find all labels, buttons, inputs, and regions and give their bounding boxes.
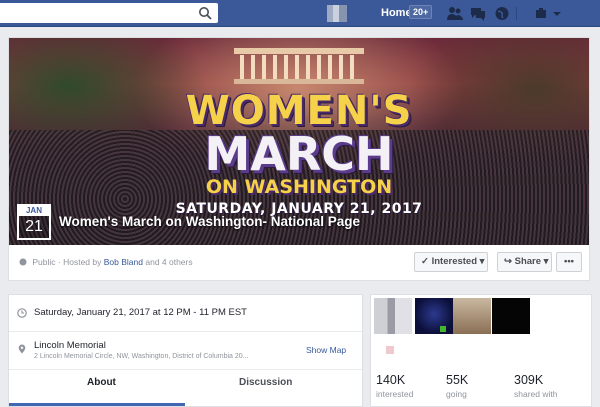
- event-date-badge: JAN 21: [17, 204, 51, 240]
- location-pin-icon: [18, 344, 26, 354]
- globe-icon[interactable]: [494, 6, 510, 21]
- date-badge-month: JAN: [19, 206, 49, 216]
- share-icon: ↪: [504, 256, 512, 267]
- share-button[interactable]: ↪ Share ▾: [497, 252, 552, 272]
- guest-avatar[interactable]: [415, 298, 453, 334]
- event-header-card: WOMEN'S MARCH ON WASHINGTON SATURDAY, JA…: [8, 37, 590, 281]
- nav-divider: [516, 7, 517, 20]
- cover-photo[interactable]: WOMEN'S MARCH ON WASHINGTON SATURDAY, JA…: [9, 38, 589, 245]
- interested-count-label: interested: [376, 389, 414, 399]
- search-icon[interactable]: [198, 6, 212, 20]
- shared-count-label: shared with: [514, 389, 558, 399]
- interested-button[interactable]: ✓ Interested ▾: [414, 252, 488, 272]
- interested-count-value: 140K: [376, 373, 406, 387]
- guest-stats-card: 140K interested 55K going 309K shared wi…: [370, 294, 592, 407]
- poster-headline-march: MARCH: [204, 127, 394, 181]
- host-link[interactable]: Bob Bland: [104, 257, 143, 267]
- event-title: Women's March on Washington- National Pa…: [59, 214, 360, 229]
- online-status-dot: [440, 326, 446, 332]
- tab-about[interactable]: About: [87, 377, 116, 388]
- search-input[interactable]: [0, 3, 218, 23]
- hosted-by-prefix: · Hosted by: [57, 257, 102, 267]
- check-icon: ✓: [421, 256, 429, 267]
- home-link[interactable]: Home: [381, 7, 412, 19]
- event-details-card: Saturday, January 21, 2017 at 12 PM - 11…: [8, 294, 363, 407]
- home-notification-badge: 20+: [409, 5, 433, 19]
- interested-label: Interested: [431, 256, 478, 267]
- poster-headline-on-washington: ON WASHINGTON: [205, 176, 393, 198]
- guest-avatar[interactable]: [492, 298, 530, 334]
- settings-icon[interactable]: [534, 6, 550, 21]
- event-time-row: Saturday, January 21, 2017 at 12 PM - 11…: [9, 295, 362, 332]
- date-badge-day: 21: [25, 218, 43, 235]
- shared-count-value: 309K: [514, 373, 544, 387]
- guest-mini-avatar[interactable]: [386, 346, 394, 354]
- more-options-button[interactable]: •••: [556, 252, 582, 272]
- clock-icon: [17, 308, 27, 318]
- top-navigation-bar: Home 20+: [0, 0, 600, 27]
- chevron-down-icon[interactable]: [552, 6, 562, 21]
- share-label: Share: [514, 256, 542, 267]
- chevron-down-icon: ▾: [479, 256, 485, 267]
- going-count[interactable]: 55K going: [446, 373, 468, 399]
- event-location-row: Lincoln Memorial 2 Lincoln Memorial Circ…: [9, 332, 362, 370]
- show-map-link[interactable]: Show Map: [306, 345, 346, 355]
- friends-icon[interactable]: [447, 6, 463, 21]
- shared-count[interactable]: 309K shared with: [514, 373, 557, 399]
- guest-avatar[interactable]: [374, 298, 412, 334]
- profile-avatar[interactable]: [327, 5, 347, 22]
- location-name[interactable]: Lincoln Memorial: [34, 340, 106, 351]
- host-others[interactable]: and 4 others: [145, 257, 192, 267]
- public-globe-icon: [19, 258, 27, 266]
- guest-avatar[interactable]: [453, 298, 491, 334]
- memorial-building-illustration: [234, 48, 364, 84]
- going-count-value: 55K: [446, 373, 469, 387]
- location-address: 2 Lincoln Memorial Circle, NW, Washingto…: [34, 353, 249, 360]
- event-time: Saturday, January 21, 2017 at 12 PM - 11…: [34, 307, 247, 318]
- chevron-down-icon: ▾: [543, 256, 549, 267]
- messages-icon[interactable]: [470, 6, 486, 21]
- interested-count[interactable]: 140K interested: [376, 373, 413, 399]
- privacy-label: Public: [32, 257, 56, 267]
- tab-about-active-indicator: [9, 403, 185, 406]
- event-meta: Public · Hosted by Bob Bland and 4 other…: [19, 257, 193, 267]
- tab-discussion[interactable]: Discussion: [239, 377, 292, 388]
- going-count-label: going: [446, 389, 467, 399]
